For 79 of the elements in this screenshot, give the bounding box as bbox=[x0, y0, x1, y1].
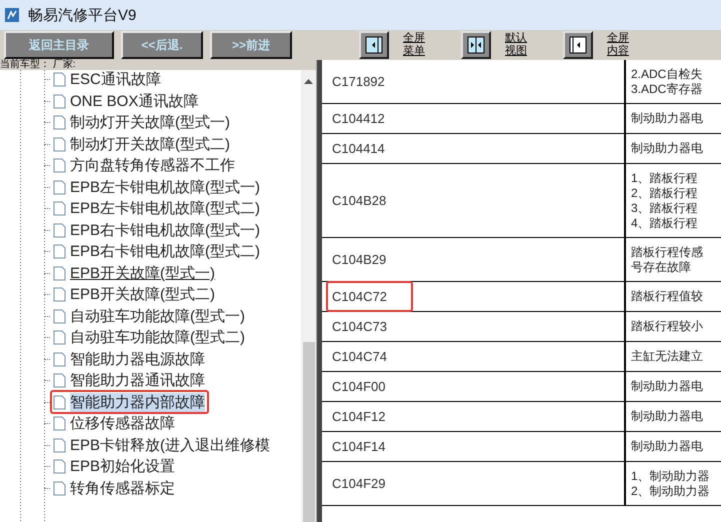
description-cell: 2.ADC自检失 3.ADC寄存器 bbox=[631, 66, 702, 96]
description-cell: 制动助力器电 bbox=[631, 111, 703, 126]
description-cell: 1、制动助力器 2、制动助力器 bbox=[631, 468, 710, 498]
code-cell-text: C104B29 bbox=[331, 251, 388, 269]
description-cell: 制动助力器电 bbox=[631, 141, 703, 156]
code-cell-text: C104C73 bbox=[331, 318, 388, 336]
tree-item[interactable]: 位移传感器故障 bbox=[50, 412, 179, 436]
description-cell: 踏板行程传感 号存在故障 bbox=[631, 244, 703, 274]
panel-toggle-icon bbox=[568, 35, 588, 55]
code-cell-text: C104F14 bbox=[331, 438, 386, 456]
document-icon bbox=[53, 244, 66, 260]
tree-item[interactable]: EPB左卡钳电机故障(型式一) bbox=[50, 175, 264, 200]
description-cell: 踏板行程较小 bbox=[631, 319, 703, 334]
scroll-thumb[interactable] bbox=[302, 342, 314, 522]
tree-item[interactable]: EPB开关故障(型式二) bbox=[50, 282, 220, 307]
code-cell: C104C72 bbox=[326, 281, 413, 312]
description-cell: 1、踏板行程 2、踏板行程 3、踏板行程 4、踏板行程 bbox=[631, 170, 698, 230]
document-icon bbox=[53, 330, 66, 346]
document-icon bbox=[53, 287, 66, 302]
tree-item[interactable]: 智能助力器通讯故障 bbox=[50, 368, 209, 393]
document-icon bbox=[53, 266, 66, 281]
document-icon bbox=[53, 480, 66, 496]
tree-item[interactable]: ESC通讯故障 bbox=[50, 70, 165, 92]
document-icon bbox=[53, 158, 66, 174]
tree-item[interactable]: 智能助力器内部故障 bbox=[50, 390, 209, 414]
tree-item[interactable]: 智能助力器电源故障 bbox=[50, 347, 209, 372]
document-icon bbox=[53, 373, 66, 388]
tree-item[interactable]: EPB卡钳释放(进入退出维修模 bbox=[50, 433, 274, 458]
code-cell-text: C171892 bbox=[331, 73, 386, 91]
tree-item[interactable]: EPB初始化设置 bbox=[50, 454, 180, 479]
description-cell: 制动助力器电 bbox=[631, 379, 703, 394]
window-title: 畅易汽修平台V9 bbox=[28, 6, 136, 24]
code-cell-text: C104F12 bbox=[331, 408, 386, 426]
document-icon bbox=[53, 416, 66, 432]
view-toggle-button[interactable] bbox=[359, 31, 389, 59]
tree-item[interactable]: 转角传感器标定 bbox=[50, 476, 179, 500]
code-cell-text: C104412 bbox=[331, 110, 386, 128]
tree-item[interactable]: ONE BOX通讯故障 bbox=[50, 89, 202, 114]
description-cell: 主缸无法建立 bbox=[631, 349, 703, 364]
view-toggle-button[interactable] bbox=[461, 31, 491, 59]
tree-item[interactable]: 方向盘转角传感器不工作 bbox=[50, 154, 239, 178]
panel-toggle-icon bbox=[364, 35, 384, 55]
tree-item[interactable]: EPB左卡钳电机故障(型式二) bbox=[50, 196, 264, 221]
document-icon bbox=[53, 222, 66, 238]
panel-toggle-icon bbox=[466, 35, 486, 55]
app-icon bbox=[4, 7, 20, 23]
document-icon bbox=[53, 352, 66, 367]
scroll-up-icon[interactable] bbox=[304, 78, 313, 84]
document-icon bbox=[53, 180, 66, 195]
code-cell-text: C104B28 bbox=[331, 192, 388, 210]
document-icon bbox=[53, 136, 66, 152]
description-cell: 制动助力器电 bbox=[631, 409, 703, 424]
tree-item[interactable]: EPB右卡钳电机故障(型式二) bbox=[50, 240, 264, 264]
document-icon bbox=[53, 94, 66, 109]
document-icon bbox=[53, 308, 66, 324]
view-link[interactable]: 默认 视图 bbox=[503, 32, 529, 58]
scrollbar[interactable] bbox=[301, 70, 316, 522]
document-icon bbox=[53, 438, 66, 453]
document-icon bbox=[53, 459, 66, 474]
code-cell-text: C104C74 bbox=[331, 348, 388, 366]
view-link[interactable]: 全屏 菜单 bbox=[401, 32, 427, 58]
tree-item[interactable]: 制动灯开关故障(型式一) bbox=[50, 110, 234, 135]
code-cell-text: C104F29 bbox=[331, 475, 386, 493]
view-toggle-button[interactable] bbox=[563, 31, 593, 59]
description-cell: 制动助力器电 bbox=[631, 439, 703, 454]
vehicle-label: 当前车型： 厂家: bbox=[0, 60, 316, 70]
code-cell-text: C104414 bbox=[331, 140, 386, 158]
description-cell: 踏板行程值较 bbox=[631, 289, 703, 304]
tree-item[interactable]: 自动驻车功能故障(型式二) bbox=[50, 326, 249, 350]
code-cell-text: C104F00 bbox=[331, 378, 386, 396]
view-link[interactable]: 全屏 内容 bbox=[605, 32, 631, 58]
tree-item[interactable]: EPB右卡钳电机故障(型式一) bbox=[50, 218, 264, 242]
document-icon bbox=[53, 201, 66, 216]
tree-item[interactable]: EPB开关故障(型式一) bbox=[50, 261, 220, 286]
tree-item[interactable]: 制动灯开关故障(型式二) bbox=[50, 132, 234, 156]
tree-item[interactable]: 自动驻车功能故障(型式一) bbox=[50, 304, 249, 328]
document-icon bbox=[53, 115, 66, 130]
document-icon bbox=[53, 394, 66, 410]
document-icon bbox=[53, 72, 66, 88]
